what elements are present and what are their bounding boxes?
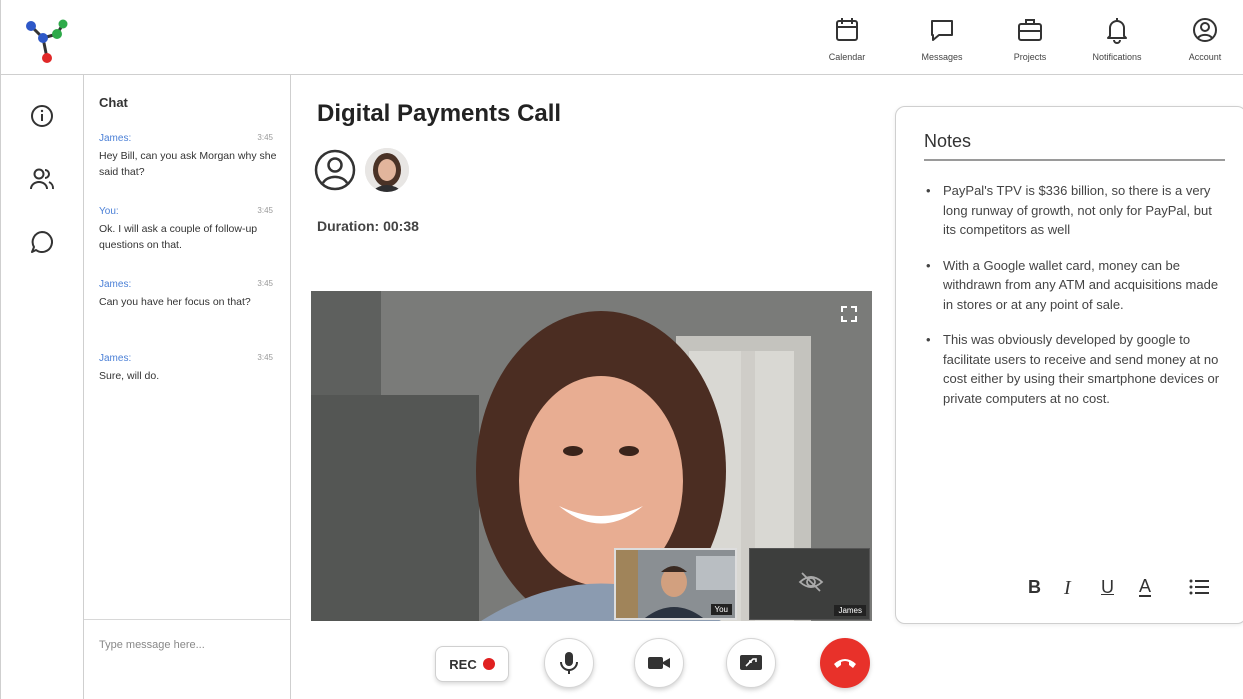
notes-item[interactable]: With a Google wallet card, money can be …	[924, 256, 1220, 315]
message-text: Hey Bill, can you ask Morgan why she sai…	[99, 150, 277, 178]
message-text: Ok. I will ask a couple of follow-up que…	[99, 223, 258, 251]
bold-button[interactable]: B	[1028, 577, 1041, 598]
message-time: 3:45	[257, 133, 273, 142]
microphone-button[interactable]	[544, 638, 594, 688]
screen-share-button[interactable]	[726, 638, 776, 688]
underline-button[interactable]: U	[1101, 577, 1114, 598]
text-color-button[interactable]: A	[1139, 577, 1152, 597]
bell-icon	[1107, 18, 1127, 44]
info-icon	[31, 105, 53, 127]
chat-message: James: 3:45 Hey Bill, can you ask Morgan…	[99, 133, 279, 180]
microphone-icon	[560, 652, 578, 674]
hang-up-icon	[834, 659, 856, 668]
bullet-list-button[interactable]	[1188, 577, 1210, 602]
nav-messages[interactable]: Messages	[902, 16, 982, 62]
message-time: 3:45	[257, 206, 273, 215]
notes-item[interactable]: This was obviously developed by google t…	[924, 330, 1220, 408]
chat-message: James: 3:45 Can you have her focus on th…	[99, 279, 279, 310]
self-video-tile[interactable]: You	[614, 548, 737, 620]
chat-message: James: 3:45 Sure, will do.	[99, 353, 279, 384]
record-label: REC	[449, 656, 477, 672]
italic-button[interactable]: I	[1064, 577, 1071, 600]
call-duration: Duration: 00:38	[317, 218, 419, 234]
camera-button[interactable]	[634, 638, 684, 688]
account-icon	[1193, 18, 1217, 42]
message-text: Sure, will do.	[99, 370, 160, 382]
notes-divider	[924, 159, 1225, 161]
notes-panel: Notes PayPal's TPV is $336 billion, so t…	[895, 106, 1243, 624]
message-sender: James:	[99, 279, 132, 290]
end-call-button[interactable]	[820, 638, 870, 688]
message-sender: You:	[99, 206, 119, 217]
message-sender: James:	[99, 353, 132, 364]
nav-calendar[interactable]: Calendar	[807, 16, 887, 62]
list-icon	[1189, 579, 1209, 595]
avatar-photo	[365, 148, 409, 192]
app-logo[interactable]	[23, 18, 73, 66]
chat-bubble-icon	[31, 231, 53, 253]
rail-people-button[interactable]	[25, 162, 59, 196]
account-icon	[314, 149, 356, 191]
message-time: 3:45	[257, 279, 273, 288]
screen-share-icon	[740, 655, 762, 670]
notes-title: Notes	[924, 131, 972, 151]
nav-account-label: Account	[1188, 52, 1222, 62]
nav-projects-label: Projects	[1013, 52, 1047, 62]
video-camera-icon	[648, 657, 670, 669]
left-rail	[1, 75, 84, 699]
participant-avatar[interactable]	[365, 148, 409, 192]
call-title: Digital Payments Call	[317, 100, 562, 127]
chat-message-input[interactable]	[99, 639, 269, 651]
fullscreen-button[interactable]	[840, 305, 858, 328]
top-bar: Calendar Messages Projects Notifications	[1, 0, 1243, 75]
message-time: 3:45	[257, 353, 273, 362]
james-video-tile[interactable]: James	[749, 548, 870, 620]
james-tile-label: James	[834, 605, 866, 616]
people-icon	[30, 168, 54, 190]
nav-calendar-label: Calendar	[828, 52, 866, 62]
participant-placeholder-avatar[interactable]	[313, 148, 357, 192]
chat-input-area	[84, 619, 290, 699]
app-window: Calendar Messages Projects Notifications	[0, 0, 1243, 699]
chat-title: Chat	[99, 95, 128, 110]
briefcase-icon	[1018, 19, 1042, 41]
nav-account[interactable]: Account	[1165, 16, 1243, 62]
rail-chat-button[interactable]	[25, 225, 59, 259]
record-button[interactable]: REC	[435, 646, 509, 682]
nav-notifications[interactable]: Notifications	[1077, 16, 1157, 62]
message-sender: James:	[99, 133, 132, 144]
chat-message: You: 3:45 Ok. I will ask a couple of fol…	[99, 206, 279, 253]
camera-hidden-icon	[798, 571, 824, 598]
notes-item[interactable]: PayPal's TPV is $336 billion, so there i…	[924, 181, 1220, 240]
fullscreen-icon	[841, 306, 857, 322]
message-text: Can you have her focus on that?	[99, 296, 251, 308]
calendar-icon	[836, 18, 858, 41]
notes-list[interactable]: PayPal's TPV is $336 billion, so there i…	[924, 181, 1220, 424]
rail-info-button[interactable]	[25, 99, 59, 133]
nav-projects[interactable]: Projects	[990, 16, 1070, 62]
self-tile-label: You	[710, 604, 732, 615]
chat-panel: Chat James: 3:45 Hey Bill, can you ask M…	[84, 75, 291, 699]
record-dot-icon	[482, 658, 495, 670]
messages-icon	[931, 20, 953, 41]
nav-notifications-label: Notifications	[1092, 52, 1142, 62]
nav-messages-label: Messages	[921, 52, 963, 62]
